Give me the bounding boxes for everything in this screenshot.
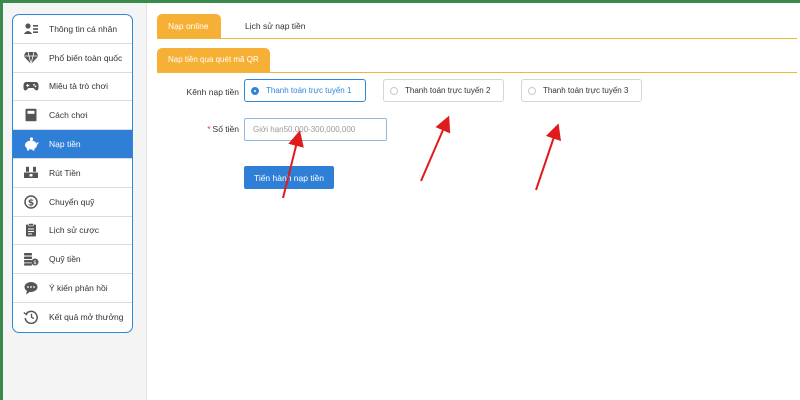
clipboard-icon xyxy=(23,222,39,238)
radio-empty-icon xyxy=(390,86,398,95)
channel-option-label: Thanh toán trực tuyến 1 xyxy=(266,86,352,95)
sidebar-item-label: Rút Tiền xyxy=(49,167,81,178)
dollar-circle-icon: $ xyxy=(23,194,39,210)
sidebar-item-label: Cách chơi xyxy=(49,110,88,121)
sidebar-item-fund[interactable]: $ Quỹ tiền xyxy=(13,245,132,275)
sidebar-item-label: Miêu tả trò chơi xyxy=(49,81,108,92)
sidebar-item-withdraw[interactable]: Rút Tiền xyxy=(13,159,132,188)
radio-empty-icon xyxy=(528,86,536,95)
sidebar-item-label: Quỹ tiền xyxy=(49,254,81,265)
coins-icon: $ xyxy=(23,251,39,267)
channel-option-label: Thanh toán trực tuyến 3 xyxy=(543,86,629,95)
channel-option-label: Thanh toán trực tuyến 2 xyxy=(405,86,491,95)
channel-option-3[interactable]: Thanh toán trực tuyến 3 xyxy=(521,79,642,102)
sidebar-item-national[interactable]: Phổ biến toàn quốc xyxy=(13,44,132,73)
sidebar-item-results[interactable]: Kết quả mở thưởng xyxy=(13,303,132,332)
sidebar-item-bet-history[interactable]: Lịch sử cược xyxy=(13,217,132,246)
sidebar-menu: Thông tin cá nhân Phổ biến toàn quốc Miê… xyxy=(12,14,133,333)
deposit-tabs: Nạp online Lịch sử nạp tiền xyxy=(157,14,797,39)
user-card-icon xyxy=(23,21,39,37)
diamond-icon xyxy=(23,50,39,66)
tab-deposit-history[interactable]: Lịch sử nạp tiền xyxy=(234,14,317,38)
svg-text:$: $ xyxy=(28,198,34,208)
channel-label: Kênh nạp tiền xyxy=(186,87,239,97)
sidebar-item-label: Ý kiến phản hồi xyxy=(49,283,108,294)
annotation-arrow-3 xyxy=(535,123,562,191)
piggy-bank-icon xyxy=(23,136,39,152)
channel-option-1[interactable]: Thanh toán trực tuyến 1 xyxy=(244,79,366,102)
sidebar-item-label: Phổ biến toàn quốc xyxy=(49,52,123,63)
submit-deposit-button[interactable]: Tiến hành nạp tiền xyxy=(244,166,334,189)
sidebar-item-feedback[interactable]: Ý kiến phản hồi xyxy=(13,274,132,303)
main-content: Nạp online Lịch sử nạp tiền Nạp tiền qua… xyxy=(146,3,800,400)
tab-online-deposit[interactable]: Nạp online xyxy=(157,14,221,38)
amount-label: * Số tiền xyxy=(166,124,239,134)
sidebar-item-transfer-funds[interactable]: $ Chuyển quỹ xyxy=(13,188,132,217)
sidebar-item-game-description[interactable]: Miêu tả trò chơi xyxy=(13,73,132,102)
chat-bubble-icon xyxy=(23,280,39,296)
sidebar-item-label: Lịch sử cược xyxy=(49,225,100,236)
method-tabs: Nạp tiền qua quét mã QR xyxy=(157,48,797,73)
sidebar-item-label: Chuyển quỹ xyxy=(49,196,95,207)
history-clock-icon xyxy=(23,309,39,325)
svg-text:$: $ xyxy=(33,260,37,266)
sidebar-item-deposit[interactable]: Nạp tiền xyxy=(13,130,132,159)
sidebar-item-personal-info[interactable]: Thông tin cá nhân xyxy=(13,15,132,44)
sidebar-item-how-to-play[interactable]: Cách chơi xyxy=(13,101,132,131)
sidebar-item-label: Nạp tiền xyxy=(49,139,81,150)
gamepad-icon xyxy=(23,78,39,94)
channel-option-2[interactable]: Thanh toán trực tuyến 2 xyxy=(383,79,504,102)
amount-label-text: Số tiền xyxy=(212,124,239,134)
sidebar-item-label: Kết quả mở thưởng xyxy=(49,312,124,323)
amount-input[interactable] xyxy=(244,118,387,141)
book-icon xyxy=(23,107,39,123)
app-frame: Thông tin cá nhân Phổ biến toàn quốc Miê… xyxy=(3,3,800,400)
sidebar-item-label: Thông tin cá nhân xyxy=(49,23,118,34)
radio-selected-icon xyxy=(251,86,259,95)
required-mark: * xyxy=(207,124,211,134)
withdraw-icon xyxy=(23,165,39,181)
annotation-arrow-2 xyxy=(420,115,451,182)
tab-qr-deposit[interactable]: Nạp tiền qua quét mã QR xyxy=(157,48,270,72)
